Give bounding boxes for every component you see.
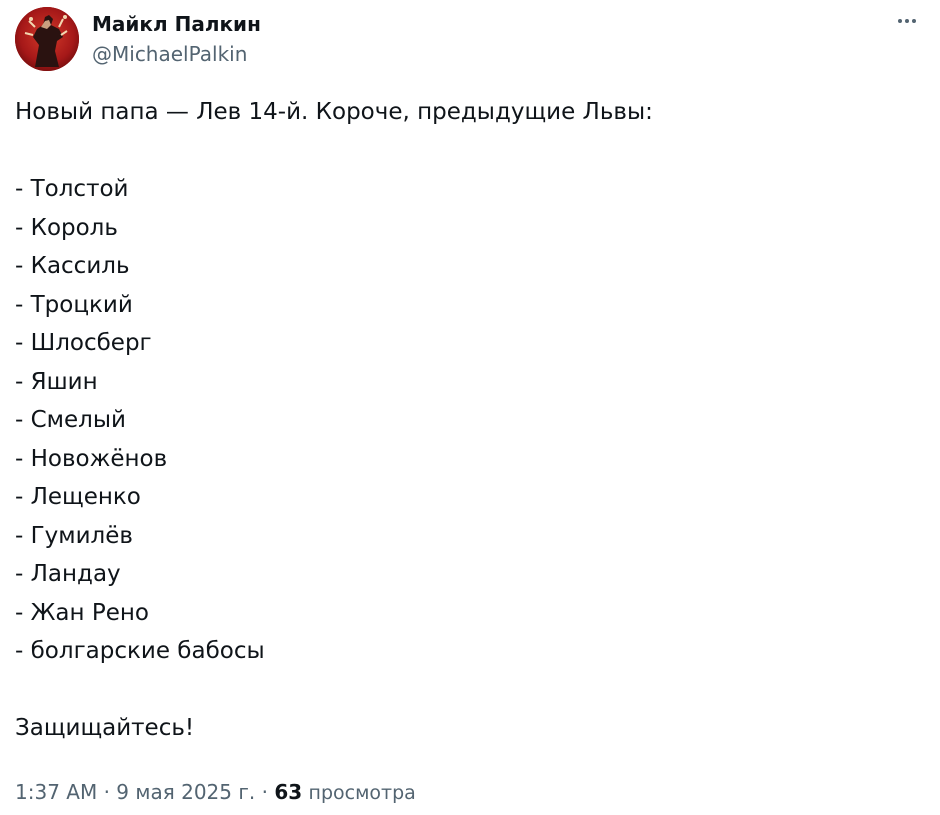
list-item: - Жан Рено — [15, 599, 149, 626]
list-item: - Кассиль — [15, 253, 130, 279]
list-item: - Толстой — [15, 176, 129, 202]
more-options-button[interactable] — [892, 6, 922, 36]
tweet-time[interactable]: 1:37 AM — [15, 780, 97, 804]
tweet-footer: 1:37 AM · 9 мая 2025 г. · 63 просмотра — [15, 777, 416, 808]
author-display-name[interactable]: Майкл Палкин — [92, 11, 261, 37]
list-item: - Яшин — [15, 368, 98, 395]
avatar[interactable] — [15, 7, 79, 71]
separator: · — [103, 780, 110, 804]
views-count: 63 — [274, 780, 303, 804]
views-label: просмотра — [308, 782, 416, 804]
list-item: - Новожёнов — [15, 445, 168, 472]
list-item: - Троцкий — [15, 291, 133, 318]
separator: · — [261, 780, 268, 804]
tweet: Майкл Палкин @MichaelPalkin Новый папа —… — [0, 0, 940, 815]
avatar-figure-icon — [15, 7, 79, 71]
list-item: - Гумилёв — [15, 522, 133, 549]
tweet-text: Новый папа — Лев 14-й. Короче, предыдущи… — [15, 93, 920, 748]
author-names: Майкл Палкин @MichaelPalkin — [92, 11, 261, 67]
tweet-date[interactable]: 9 мая 2025 г. — [116, 780, 255, 804]
list-item: - Шлосберг — [15, 330, 152, 356]
list-item: - Ландау — [15, 561, 121, 587]
tweet-outro: Защищайтесь! — [15, 715, 195, 741]
list-item: - Король — [15, 214, 118, 241]
author-handle[interactable]: @MichaelPalkin — [92, 41, 261, 67]
list-item: - болгарские бабосы — [15, 638, 265, 664]
list-item: - Смелый — [15, 407, 126, 433]
list-item: - Лещенко — [15, 484, 141, 510]
more-options-icon — [898, 19, 902, 23]
tweet-header: Майкл Палкин @MichaelPalkin — [15, 7, 261, 71]
tweet-intro: Новый папа — Лев 14-й. Короче, предыдущи… — [15, 99, 653, 125]
